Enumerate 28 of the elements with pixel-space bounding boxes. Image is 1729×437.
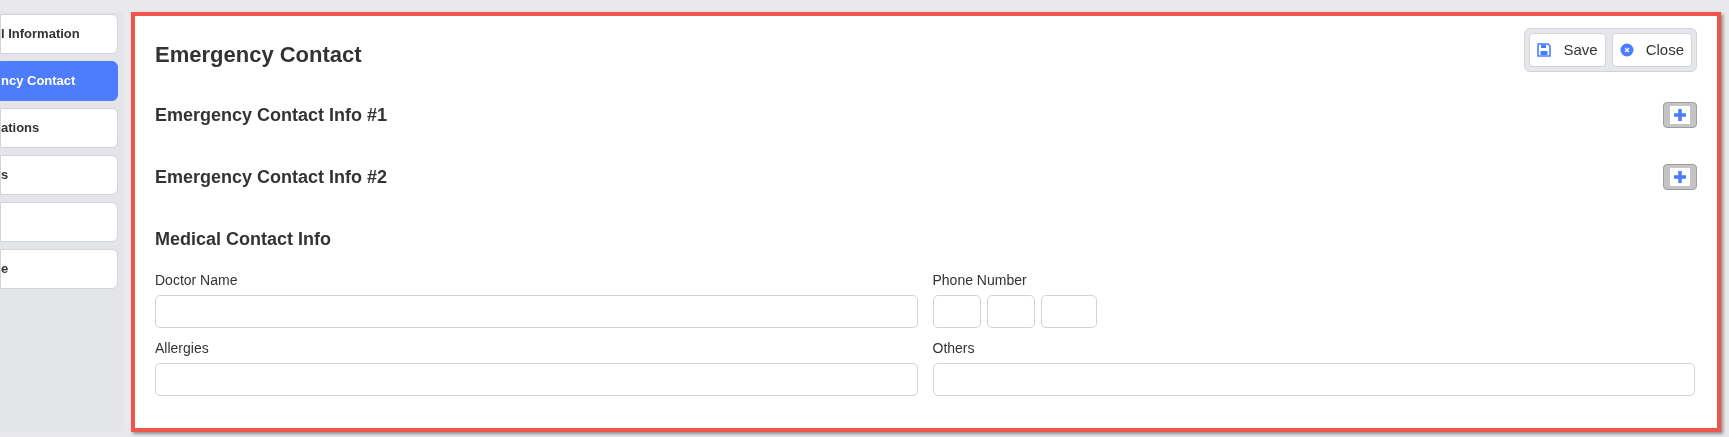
phone-area-field[interactable] (932, 295, 981, 328)
expand-button[interactable] (1663, 102, 1697, 128)
section-title: Medical Contact Info (155, 228, 331, 251)
phone-line-field[interactable] (1040, 295, 1097, 328)
close-button[interactable]: Close (1611, 33, 1692, 67)
sidebar-item[interactable]: e (0, 249, 118, 289)
save-icon (1537, 43, 1552, 57)
plus-icon (1670, 168, 1690, 186)
sidebar-item[interactable]: s (0, 155, 118, 195)
field-label: Phone Number (932, 271, 1028, 290)
plus-icon (1670, 106, 1690, 124)
field-label: Allergies (155, 339, 210, 358)
sidebar-item[interactable]: ations (0, 108, 118, 148)
section-title: Emergency Contact Info #2 (155, 166, 388, 189)
input-field[interactable] (932, 363, 1695, 396)
form-title: Emergency Contact (155, 41, 362, 69)
close-icon (1619, 43, 1634, 57)
input-field[interactable] (155, 363, 918, 396)
field-label: Others (932, 339, 976, 358)
save-button[interactable]: Save (1529, 33, 1606, 67)
sidebar-item[interactable] (0, 202, 118, 242)
phone-prefix-field[interactable] (986, 295, 1035, 328)
sidebar-item[interactable]: ncy Contact (0, 61, 118, 101)
sidebar-item[interactable]: l Information (0, 14, 118, 54)
input-field[interactable] (155, 295, 918, 328)
section-title: Emergency Contact Info #1 (155, 104, 388, 127)
expand-button[interactable] (1663, 164, 1697, 190)
field-label: Doctor Name (155, 271, 239, 290)
